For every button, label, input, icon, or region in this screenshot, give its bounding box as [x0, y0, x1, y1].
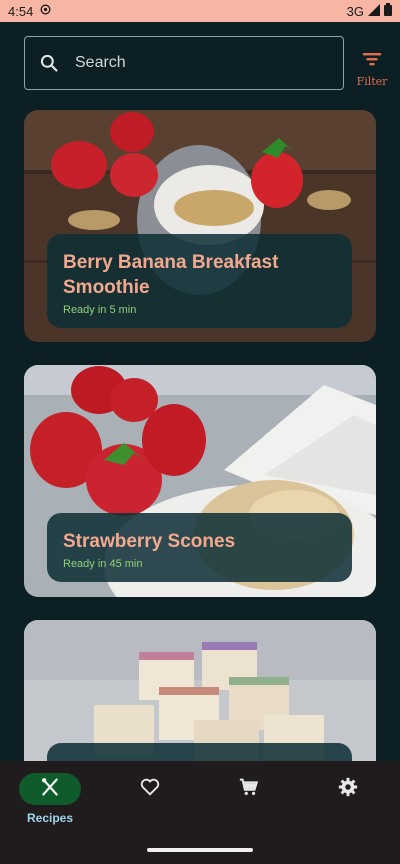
battery-icon	[384, 3, 392, 19]
gear-icon	[337, 776, 359, 802]
heart-icon	[139, 776, 161, 802]
network-type: 3G	[346, 3, 364, 19]
status-left: 4:54	[8, 3, 52, 19]
recipe-info-panel: Berry Banana Breakfast Smoothie Ready in…	[47, 234, 352, 328]
filter-button[interactable]: Filter	[352, 50, 392, 90]
recipe-title: Berry Banana Breakfast Smoothie	[63, 252, 279, 298]
nav-item-favorites[interactable]	[118, 773, 182, 833]
nav-item-recipes[interactable]: Recipes	[18, 773, 82, 833]
nav-pill	[218, 773, 280, 805]
search-placeholder: Search	[75, 54, 126, 71]
status-bar: 4:54 3G	[0, 0, 400, 22]
search-icon	[39, 53, 59, 73]
nav-pill-active	[19, 773, 81, 805]
search-input[interactable]: Search	[24, 36, 344, 90]
filter-icon	[361, 50, 383, 72]
signal-icon	[368, 3, 380, 19]
recipe-card[interactable]: Berry Banana Breakfast Smoothie Ready in…	[24, 110, 376, 342]
recipe-title: Strawberry Scones	[63, 531, 236, 552]
recipe-card[interactable]: Strawberry Scones Ready in 45 min	[24, 365, 376, 597]
nav-label-recipes: Recipes	[26, 811, 74, 825]
home-indicator[interactable]	[147, 848, 253, 852]
cart-icon	[238, 776, 260, 802]
nav-item-settings[interactable]	[316, 773, 380, 833]
filter-label: Filter	[356, 75, 388, 88]
recipe-ready-time: Ready in 45 min	[63, 558, 143, 570]
cutlery-icon	[40, 777, 60, 801]
nav-pill	[119, 773, 181, 805]
settings-status-icon	[39, 3, 52, 19]
nav-pill	[317, 773, 379, 805]
recipe-ready-time: Ready in 5 min	[63, 304, 137, 316]
status-right: 3G	[347, 3, 392, 19]
nav-item-cart[interactable]	[217, 773, 281, 833]
recipe-info-panel: Strawberry Scones Ready in 45 min	[47, 513, 352, 582]
status-time: 4:54	[8, 3, 34, 19]
